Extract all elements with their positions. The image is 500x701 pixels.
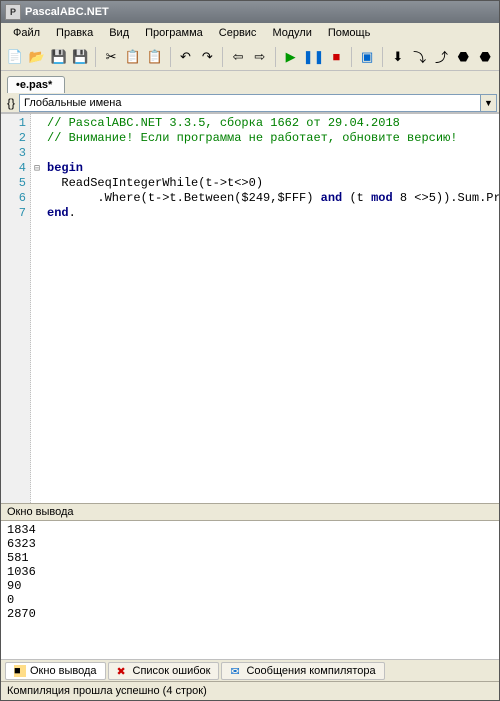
separator — [170, 47, 171, 67]
copy-icon[interactable]: 📋 — [123, 46, 143, 68]
titlebar: P PascalABC.NET — [1, 1, 499, 23]
menu-modules[interactable]: Модули — [264, 25, 319, 41]
separator — [95, 47, 96, 67]
breakpoint-icon[interactable]: ⬣ — [453, 46, 473, 68]
cut-icon[interactable]: ✂ — [101, 46, 121, 68]
scope-icon: {} — [3, 95, 19, 111]
watch-icon[interactable]: ⬣ — [475, 46, 495, 68]
step-into-icon[interactable]: ⬇ — [388, 46, 408, 68]
bottom-tabs: ■ Окно вывода ✖ Список ошибок ✉ Сообщени… — [1, 659, 499, 681]
status-text: Компиляция прошла успешно (4 строк) — [7, 685, 207, 697]
tab-compiler[interactable]: ✉ Сообщения компилятора — [221, 662, 384, 680]
separator — [382, 47, 383, 67]
line-gutter: 1234567 — [1, 114, 31, 503]
menubar: Файл Правка Вид Программа Сервис Модули … — [1, 23, 499, 43]
step-over-icon[interactable]: ⤵ — [410, 46, 430, 68]
stop-icon[interactable]: ■ — [327, 46, 347, 68]
code-editor[interactable]: 1234567 ⊟ // PascalABC.NET 3.3.5, сборка… — [1, 113, 499, 503]
save-icon[interactable]: 💾 — [49, 46, 69, 68]
tab-errors[interactable]: ✖ Список ошибок — [108, 662, 220, 680]
app-icon: P — [5, 4, 21, 20]
separator — [222, 47, 223, 67]
tab-label: Окно вывода — [30, 665, 97, 677]
status-bar: Компиляция прошла успешно (4 строк) — [1, 681, 499, 699]
nav-fwd-icon[interactable]: ⇨ — [250, 46, 270, 68]
separator — [275, 47, 276, 67]
tab-label: Сообщения компилятора — [246, 665, 375, 677]
open-file-icon[interactable]: 📂 — [27, 46, 47, 68]
new-file-icon[interactable]: 📄 — [5, 46, 25, 68]
save-all-icon[interactable]: 💾 — [70, 46, 90, 68]
compile-icon[interactable]: ▣ — [357, 46, 377, 68]
nav-back-icon[interactable]: ⇦ — [228, 46, 248, 68]
step-out-icon[interactable]: ⤴ — [432, 46, 452, 68]
redo-icon[interactable]: ↷ — [197, 46, 217, 68]
toolbar: 📄 📂 💾 💾 ✂ 📋 📋 ↶ ↷ ⇦ ⇨ ▶ ❚❚ ■ ▣ ⬇ ⤵ ⤴ ⬣ ⬣ — [1, 43, 499, 71]
output-header: Окно вывода — [1, 503, 499, 521]
scope-bar: {} ▼ — [1, 93, 499, 113]
pause-icon[interactable]: ❚❚ — [303, 46, 325, 68]
errors-tab-icon: ✖ — [117, 665, 129, 677]
undo-icon[interactable]: ↶ — [176, 46, 196, 68]
menu-program[interactable]: Программа — [137, 25, 211, 41]
menu-edit[interactable]: Правка — [48, 25, 101, 41]
scope-input[interactable] — [19, 94, 481, 112]
tab-output[interactable]: ■ Окно вывода — [5, 662, 106, 680]
menu-service[interactable]: Сервис — [211, 25, 265, 41]
paste-icon[interactable]: 📋 — [145, 46, 165, 68]
scope-dropdown-icon[interactable]: ▼ — [481, 94, 497, 112]
output-panel[interactable]: 1834 6323 581 1036 90 0 2870 — [1, 521, 499, 659]
output-tab-icon: ■ — [14, 665, 26, 677]
tab-label: Список ошибок — [133, 665, 211, 677]
menu-file[interactable]: Файл — [5, 25, 48, 41]
menu-view[interactable]: Вид — [101, 25, 137, 41]
tab-file[interactable]: •e.pas* — [7, 76, 65, 93]
menu-help[interactable]: Помощь — [320, 25, 379, 41]
compiler-tab-icon: ✉ — [230, 665, 242, 677]
window-title: PascalABC.NET — [25, 6, 109, 18]
code-area[interactable]: // PascalABC.NET 3.3.5, сборка 1662 от 2… — [43, 114, 499, 503]
separator — [351, 47, 352, 67]
run-icon[interactable]: ▶ — [281, 46, 301, 68]
file-tabs: •e.pas* — [1, 71, 499, 93]
fold-gutter[interactable]: ⊟ — [31, 114, 43, 503]
